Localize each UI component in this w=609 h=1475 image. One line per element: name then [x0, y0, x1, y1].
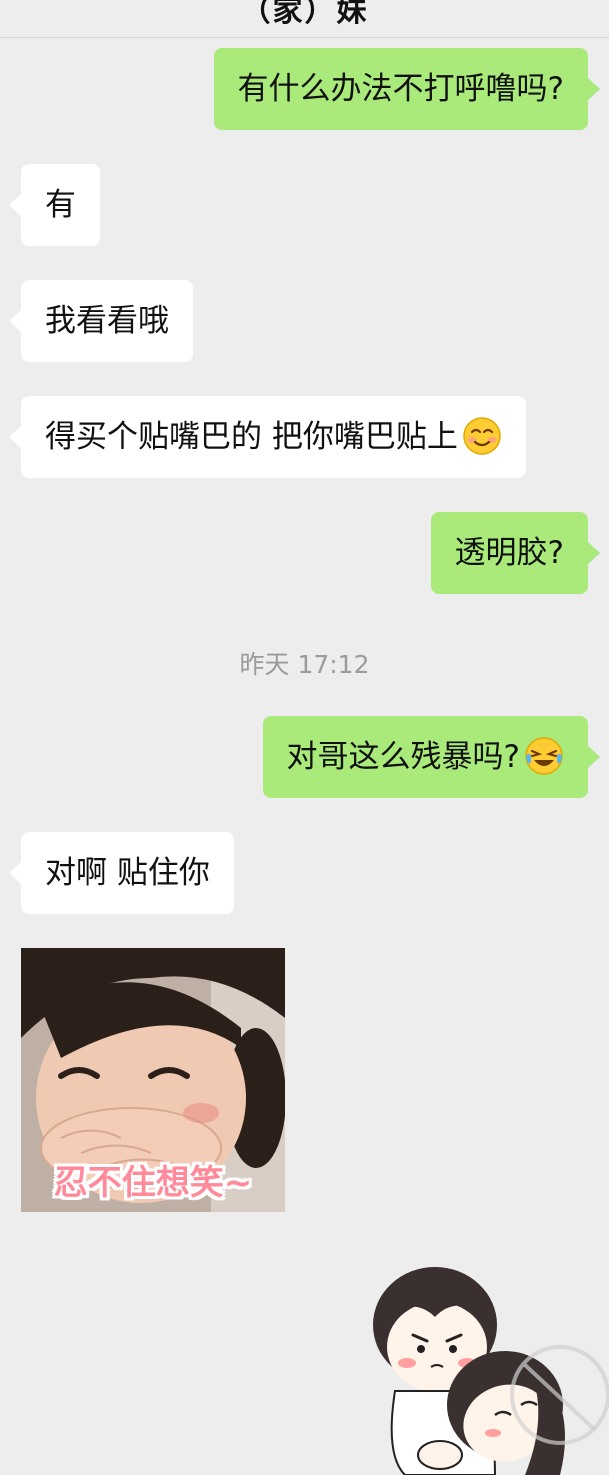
sticker-caption: 忍不住想笑~	[53, 1163, 253, 1203]
couple-cartoon-sticker[interactable]	[345, 1255, 609, 1475]
message-text: 得买个贴嘴巴的 把你嘴巴贴上	[45, 419, 458, 455]
message-text: 对啊 贴住你	[45, 855, 210, 891]
message-bubble-outgoing[interactable]: 透明胶?	[430, 512, 601, 594]
message-bubble-outgoing[interactable]: 有什么办法不打呼噜吗?	[213, 48, 601, 130]
chat-title: （家）妹	[240, 0, 369, 29]
message-bubble-incoming[interactable]: 得买个贴嘴巴的 把你嘴巴贴上	[9, 396, 526, 478]
message-bubble-incoming[interactable]: 有	[9, 164, 100, 246]
laughing-tears-emoji-icon	[525, 736, 563, 775]
message-text: 我看看哦	[45, 303, 169, 339]
chat-header: （家）妹	[0, 0, 609, 38]
smiling-blush-emoji-icon	[463, 416, 501, 455]
message-text: 有	[45, 187, 76, 223]
child-laughing-sticker[interactable]: 忍不住想笑~	[21, 948, 285, 1212]
message-text: 透明胶?	[454, 535, 564, 571]
message-bubble-incoming[interactable]: 我看看哦	[9, 280, 193, 362]
message-text: 有什么办法不打呼噜吗?	[237, 71, 564, 107]
message-text: 对哥这么残暴吗?	[286, 739, 520, 775]
message-bubble-outgoing[interactable]: 对哥这么残暴吗?	[262, 716, 601, 798]
message-timestamp: 昨天 17:12	[239, 650, 370, 679]
message-bubble-incoming[interactable]: 对啊 贴住你	[9, 832, 234, 914]
couple-cartoon-sticker-icon	[373, 1267, 609, 1475]
